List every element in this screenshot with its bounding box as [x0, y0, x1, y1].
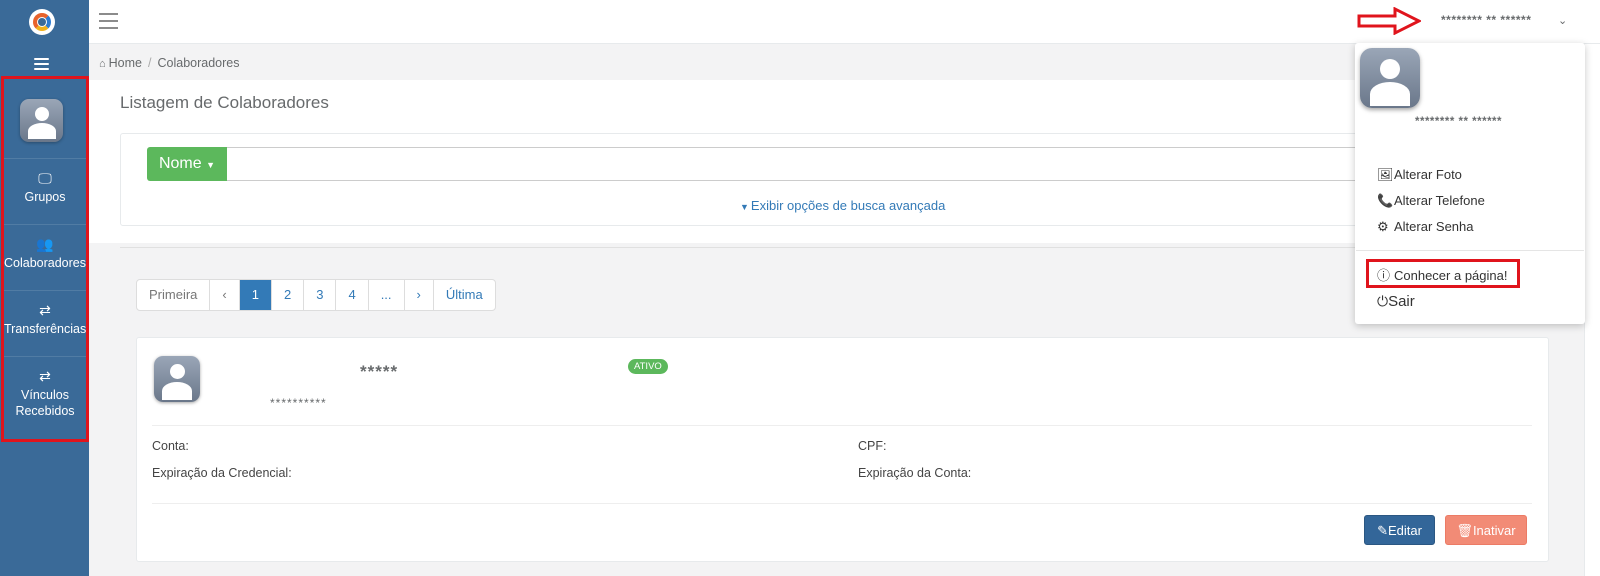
- home-icon: ⌂: [99, 58, 106, 70]
- annotation-sidebar-highlight: [1, 76, 89, 442]
- menu-item-alterar-telefone[interactable]: 📞Alterar Telefone: [1377, 193, 1485, 209]
- avatar: [154, 356, 200, 402]
- pagination: Primeira ‹ 1 2 3 4 ... › Última: [136, 279, 496, 311]
- field-expiracao-credencial-label: Expiração da Credencial:: [152, 466, 292, 480]
- field-conta-label: Conta:: [152, 439, 189, 453]
- pagination-next[interactable]: ›: [405, 280, 434, 310]
- divider: [152, 503, 1532, 504]
- pagination-page-1[interactable]: 1: [239, 280, 272, 310]
- pagination-first[interactable]: Primeira: [137, 280, 211, 310]
- phone-icon: 📞: [1377, 193, 1394, 208]
- breadcrumb-current: Colaboradores: [157, 56, 240, 70]
- page-title: Listagem de Colaboradores: [120, 93, 329, 112]
- edit-label: Editar: [1387, 523, 1422, 538]
- pagination-ellipsis[interactable]: ...: [369, 280, 405, 310]
- dropdown-user-name: ******** ** ******: [1415, 116, 1502, 128]
- divider: [152, 425, 1532, 426]
- pagination-prev[interactable]: ‹: [210, 280, 240, 310]
- pencil-icon: ✎: [1377, 523, 1388, 538]
- dropdown-avatar: [1360, 48, 1420, 108]
- power-icon: ⏻: [1377, 293, 1389, 309]
- user-menu-name[interactable]: ******** ** ******: [1441, 13, 1531, 27]
- collaborator-name: *****: [360, 362, 399, 381]
- annotation-conhecer-highlight: [1366, 259, 1520, 288]
- app-logo[interactable]: [29, 9, 55, 35]
- caret-down-icon: ▼: [740, 202, 749, 212]
- search-filter-dropdown[interactable]: Nome ▼: [147, 147, 227, 181]
- edit-button[interactable]: ✎Editar: [1364, 515, 1435, 545]
- trash-icon: 🗑: [1456, 523, 1473, 538]
- menu-item-alterar-foto[interactable]: 🖼Alterar Foto: [1377, 167, 1462, 183]
- pagination-last[interactable]: Última: [434, 280, 495, 310]
- field-expiracao-conta-label: Expiração da Conta:: [858, 466, 972, 480]
- field-cpf-label: CPF:: [858, 439, 887, 453]
- caret-down-icon: ▼: [206, 160, 216, 170]
- menu-item-label: Sair: [1388, 293, 1415, 310]
- pagination-page-2[interactable]: 2: [272, 280, 305, 310]
- chevron-down-icon[interactable]: ⌄: [1558, 14, 1567, 27]
- menu-item-label: Alterar Telefone: [1394, 193, 1485, 208]
- gear-icon: ⚙: [1377, 219, 1389, 234]
- advanced-search-label: Exibir opções de busca avançada: [750, 198, 946, 213]
- collaborator-subtitle: **********: [270, 396, 327, 410]
- pagination-page-3[interactable]: 3: [304, 280, 337, 310]
- menu-toggle-icon[interactable]: [99, 13, 118, 29]
- inactivate-label: Inativar: [1472, 523, 1516, 538]
- status-badge: ATIVO: [628, 359, 668, 374]
- menu-item-alterar-senha[interactable]: ⚙ Alterar Senha: [1377, 219, 1474, 235]
- annotation-arrow-icon: [1357, 7, 1421, 35]
- image-icon: 🖼: [1377, 167, 1394, 182]
- menu-item-label: Alterar Foto: [1394, 167, 1462, 182]
- inactivate-button[interactable]: 🗑Inativar: [1445, 515, 1527, 545]
- breadcrumb-home[interactable]: Home: [109, 56, 142, 70]
- breadcrumb: ⌂ Home / Colaboradores: [99, 56, 240, 70]
- search-filter-label: Nome: [158, 155, 202, 172]
- collaborator-card: [136, 337, 1549, 562]
- advanced-search-link[interactable]: ▼ Exibir opções de busca avançada: [740, 198, 945, 213]
- pagination-page-4[interactable]: 4: [336, 280, 369, 310]
- sidebar-menu-icon[interactable]: [34, 58, 49, 70]
- menu-item-label: Alterar Senha: [1394, 219, 1474, 234]
- divider: [1356, 250, 1584, 251]
- scrollbar[interactable]: [1584, 44, 1600, 576]
- menu-item-sair[interactable]: ⏻Sair: [1377, 293, 1415, 310]
